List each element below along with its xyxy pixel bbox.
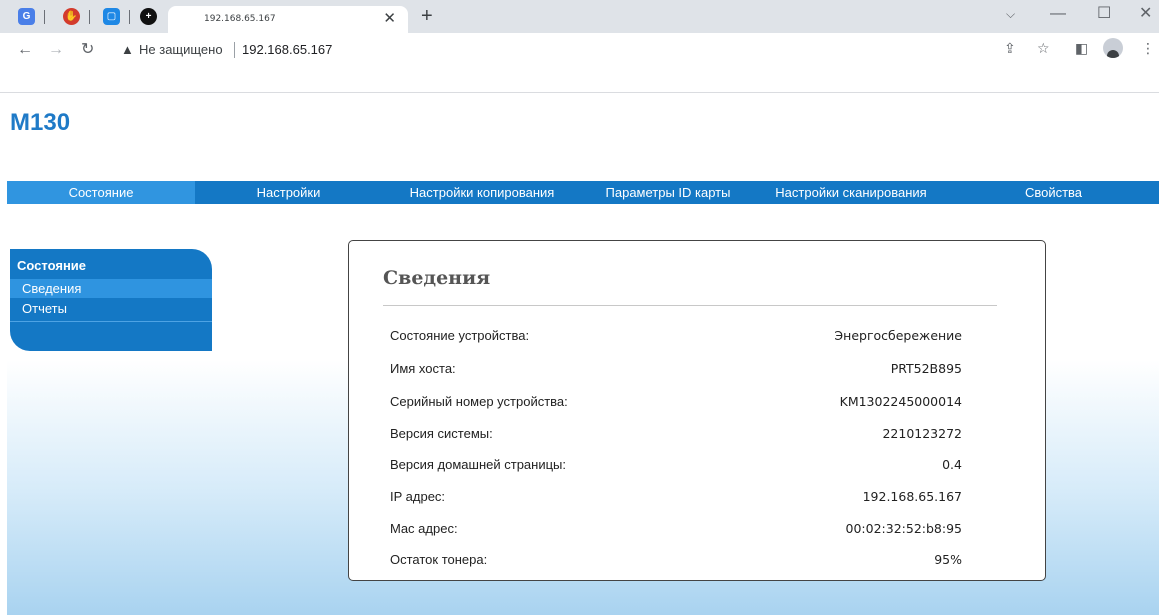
bookmark-star-icon[interactable]: ☆ — [1037, 41, 1050, 55]
omnibox-divider — [234, 42, 235, 58]
menu-properties[interactable]: Свойства — [948, 181, 1159, 204]
info-value: Энергосбережение — [834, 328, 962, 343]
info-row: IP адрес: 192.168.65.167 — [390, 489, 962, 505]
extension-separator — [44, 10, 45, 24]
info-row: Имя хоста: PRT52B895 — [390, 361, 962, 377]
tab-title: 192.168.65.167 — [204, 14, 276, 24]
info-value: 95% — [934, 552, 962, 567]
side-panel-icon[interactable]: ◧ — [1075, 41, 1088, 55]
info-row: Состояние устройства: Энергосбережение — [390, 328, 962, 344]
tab-search-chevron-icon[interactable]: ⌵ — [1006, 6, 1015, 22]
sidebar: Состояние Сведения Отчеты — [10, 249, 212, 351]
extension-separator — [89, 10, 90, 24]
adblock-extension-icon[interactable]: ✋ — [63, 8, 80, 25]
info-row: Версия системы: 2210123272 — [390, 426, 962, 442]
back-arrow-icon[interactable]: ← — [17, 42, 33, 58]
panel-title: Сведения — [383, 267, 491, 289]
extension-separator — [129, 10, 130, 24]
kebab-menu-icon[interactable]: ⋮ — [1141, 41, 1155, 55]
browser-tabstrip: G ✋ ▢ + 192.168.65.167 ✕ + ⌵ — ☐ ✕ — [0, 0, 1159, 33]
info-value: 2210123272 — [882, 426, 962, 441]
sidebar-item-info[interactable]: Сведения — [10, 279, 212, 298]
reload-icon[interactable]: ↻ — [81, 42, 94, 58]
warning-triangle-icon[interactable]: ▲ — [121, 42, 134, 57]
info-label: Остаток тонера: — [390, 552, 488, 567]
menu-settings[interactable]: Настройки — [195, 181, 382, 204]
sidebar-divider — [10, 321, 212, 322]
window-close-icon[interactable]: ✕ — [1139, 6, 1152, 22]
info-label: Версия системы: — [390, 426, 493, 441]
sidebar-heading[interactable]: Состояние — [10, 258, 86, 273]
url-text[interactable]: 192.168.65.167 — [242, 42, 332, 57]
info-panel: Сведения Состояние устройства: Энергосбе… — [348, 240, 1046, 581]
device-logo: M130 — [10, 109, 71, 136]
menu-scan-settings[interactable]: Настройки сканирования — [754, 181, 948, 204]
info-value: KM1302245000014 — [839, 394, 962, 409]
info-row: Mac адрес: 00:02:32:52:b8:95 — [390, 521, 962, 537]
share-icon[interactable]: ⇪ — [1004, 41, 1016, 55]
profile-avatar-icon[interactable] — [1103, 38, 1123, 58]
chat-extension-icon[interactable]: ▢ — [103, 8, 120, 25]
forward-arrow-icon[interactable]: → — [48, 42, 64, 58]
info-label: Имя хоста: — [390, 361, 456, 376]
address-bar[interactable]: ▲ Не защищено 192.168.65.167 — [108, 37, 988, 63]
plus-extension-icon[interactable]: + — [140, 8, 157, 25]
info-label: Версия домашней страницы: — [390, 457, 566, 472]
info-row: Остаток тонера: 95% — [390, 552, 962, 568]
minimize-icon[interactable]: — — [1050, 6, 1066, 22]
info-value: 00:02:32:52:b8:95 — [845, 521, 962, 536]
info-label: Состояние устройства: — [390, 328, 530, 343]
translate-extension-icon[interactable]: G — [18, 8, 35, 25]
info-row: Версия домашней страницы: 0.4 — [390, 457, 962, 473]
main-menu: Состояние Настройки Настройки копировани… — [7, 181, 1159, 204]
tab-close-icon[interactable]: ✕ — [383, 11, 396, 26]
browser-tab-active[interactable]: 192.168.65.167 ✕ — [168, 6, 408, 33]
info-value: 192.168.65.167 — [862, 489, 962, 504]
info-label: IP адрес: — [390, 489, 446, 504]
new-tab-icon[interactable]: + — [421, 6, 433, 26]
sidebar-item-reports[interactable]: Отчеты — [10, 299, 212, 318]
menu-status[interactable]: Состояние — [7, 181, 195, 204]
info-value: 0.4 — [942, 457, 962, 472]
security-status[interactable]: Не защищено — [139, 42, 223, 57]
menu-id-card-params[interactable]: Параметры ID карты — [582, 181, 754, 204]
info-label: Серийный номер устройства: — [390, 394, 568, 409]
info-value: PRT52B895 — [890, 361, 962, 376]
browser-toolbar: ← → ↻ ▲ Не защищено 192.168.65.167 ⇪ ☆ ◧… — [0, 33, 1159, 93]
menu-copy-settings[interactable]: Настройки копирования — [382, 181, 582, 204]
maximize-icon[interactable]: ☐ — [1097, 6, 1111, 22]
panel-divider — [383, 305, 997, 306]
info-row: Серийный номер устройства: KM13022450000… — [390, 394, 962, 410]
info-label: Mac адрес: — [390, 521, 458, 536]
